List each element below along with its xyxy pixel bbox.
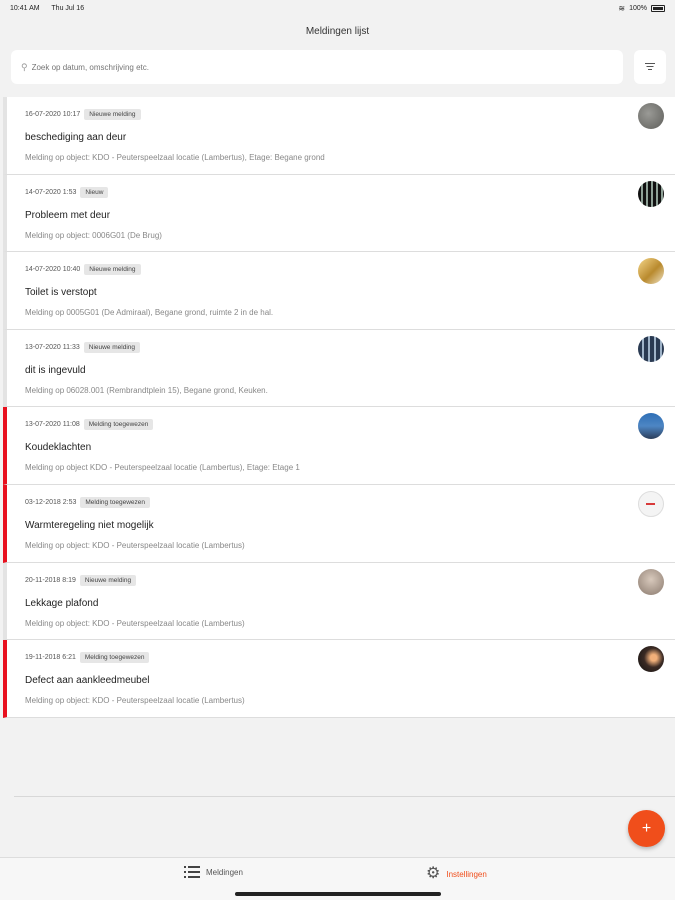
- status-badge: Nieuwe melding: [84, 264, 141, 276]
- item-description: Melding op object: KDO - Peuterspeelzaal…: [25, 540, 245, 550]
- item-title: Defect aan aankleedmeubel: [25, 675, 150, 687]
- item-description: Melding op object: KDO - Peuterspeelzaal…: [25, 696, 245, 706]
- gear-icon: ⚙: [426, 865, 441, 882]
- item-description: Melding op object KDO - Peuterspeelzaal …: [25, 463, 300, 473]
- item-date: 19-11-2018 6:21: [25, 654, 76, 662]
- list-item[interactable]: 13-07-2020 11:33 Nieuwe melding dit is i…: [3, 329, 675, 408]
- photo-thumbnail: [638, 568, 664, 595]
- battery-icon: [651, 4, 665, 12]
- photo-thumbnail: [638, 335, 664, 362]
- status-date: Thu Jul 16: [51, 4, 85, 12]
- status-time: 10:41 AM: [10, 4, 40, 12]
- list-item[interactable]: 14-07-2020 10:40 Nieuwe melding Toilet i…: [3, 252, 675, 330]
- item-date: 03-12-2018 2:53: [25, 498, 77, 506]
- item-meta: 19-11-2018 6:21 Melding toegewezen: [25, 652, 150, 664]
- item-date: 13-07-2020 11:33: [25, 343, 80, 351]
- item-description: Melding op 06028.001 (Rembrandtplein 15)…: [25, 385, 268, 395]
- home-indicator: [235, 892, 441, 896]
- item-meta: 16-07-2020 10:17 Nieuwe melding: [25, 109, 141, 120]
- item-description: Melding op 0005G01 (De Admiraal), Begane…: [25, 308, 274, 318]
- item-meta: 13-07-2020 11:08 Melding toegewezen: [25, 419, 154, 431]
- item-meta: 13-07-2020 11:33 Nieuwe melding: [25, 341, 140, 353]
- list-icon: [184, 866, 200, 878]
- item-title: Lekkage plafond: [25, 597, 99, 609]
- photo-thumbnail: [638, 413, 664, 440]
- wifi-icon: ≋: [618, 3, 626, 13]
- status-badge: Nieuwe melding: [83, 341, 140, 353]
- list-item[interactable]: 03-12-2018 2:53 Melding toegewezen Warmt…: [3, 484, 675, 563]
- item-meta: 03-12-2018 2:53 Melding toegewezen: [25, 496, 151, 508]
- item-title: beschediging aan deur: [25, 132, 127, 143]
- item-description: Melding op object: KDO - Peuterspeelzaal…: [25, 618, 245, 628]
- photo-thumbnail: [638, 258, 664, 285]
- status-right: ≋ 100%: [618, 4, 665, 13]
- item-date: 13-07-2020 11:08: [25, 421, 80, 429]
- tab-meldingen[interactable]: Meldingen: [184, 866, 243, 878]
- photo-thumbnail: [638, 490, 664, 517]
- filter-icon: [645, 63, 655, 71]
- item-meta: 14-07-2020 10:40 Nieuwe melding: [25, 264, 141, 276]
- item-meta: 20-11-2018 8:19 Nieuwe melding: [25, 574, 137, 586]
- item-date: 20-11-2018 8:19: [25, 576, 76, 584]
- item-title: dit is ingevuld: [25, 364, 86, 376]
- status-bar: 10:41 AM Thu Jul 16 ≋ 100%: [0, 0, 675, 16]
- photo-thumbnail: [638, 103, 664, 129]
- status-badge: Nieuwe melding: [84, 109, 141, 120]
- status-badge: Nieuw: [80, 186, 109, 198]
- list-item[interactable]: 13-07-2020 11:08 Melding toegewezen Koud…: [3, 407, 675, 485]
- status-left: 10:41 AM Thu Jul 16: [10, 5, 94, 12]
- tab-instellingen[interactable]: ⚙ Instellingen: [426, 866, 487, 882]
- page-title: Meldingen lijst: [305, 26, 370, 37]
- item-title: Probleem met deur: [25, 209, 111, 221]
- filter-button[interactable]: [634, 50, 666, 84]
- search-bar[interactable]: ⚲: [11, 50, 623, 84]
- item-description: Melding op object: 0006G01 (De Brug): [25, 230, 162, 240]
- tab-meldingen-label: Meldingen: [206, 867, 243, 877]
- tab-instellingen-label: Instellingen: [446, 869, 487, 879]
- divider: [14, 796, 675, 797]
- add-melding-button[interactable]: +: [628, 810, 665, 847]
- item-title: Warmteregeling niet mogelijk: [25, 519, 154, 531]
- photo-thumbnail: [638, 180, 664, 207]
- list-item[interactable]: 16-07-2020 10:17 Nieuwe melding beschedi…: [3, 97, 675, 175]
- item-description: Melding op object: KDO - Peuterspeelzaal…: [25, 153, 325, 162]
- item-date: 14-07-2020 10:40: [25, 266, 81, 274]
- item-date: 14-07-2020 1:53: [25, 188, 77, 196]
- battery-percent: 100%: [629, 4, 647, 12]
- status-badge: Melding toegewezen: [80, 496, 151, 508]
- item-date: 16-07-2020 10:17: [25, 111, 81, 118]
- photo-thumbnail: [638, 646, 664, 673]
- search-icon: ⚲: [21, 61, 28, 72]
- melding-list: 16-07-2020 10:17 Nieuwe melding beschedi…: [3, 97, 675, 718]
- item-title: Toilet is verstopt: [25, 287, 97, 299]
- item-meta: 14-07-2020 1:53 Nieuw: [25, 186, 109, 198]
- list-item[interactable]: 20-11-2018 8:19 Nieuwe melding Lekkage p…: [3, 562, 675, 641]
- status-badge: Melding toegewezen: [83, 419, 154, 431]
- search-input[interactable]: [31, 62, 613, 72]
- status-badge: Melding toegewezen: [79, 652, 150, 664]
- status-badge: Nieuwe melding: [79, 574, 137, 586]
- list-item[interactable]: 14-07-2020 1:53 Nieuw Probleem met deur …: [3, 174, 675, 253]
- item-title: Koudeklachten: [25, 442, 92, 454]
- list-item[interactable]: 19-11-2018 6:21 Melding toegewezen Defec…: [3, 640, 675, 718]
